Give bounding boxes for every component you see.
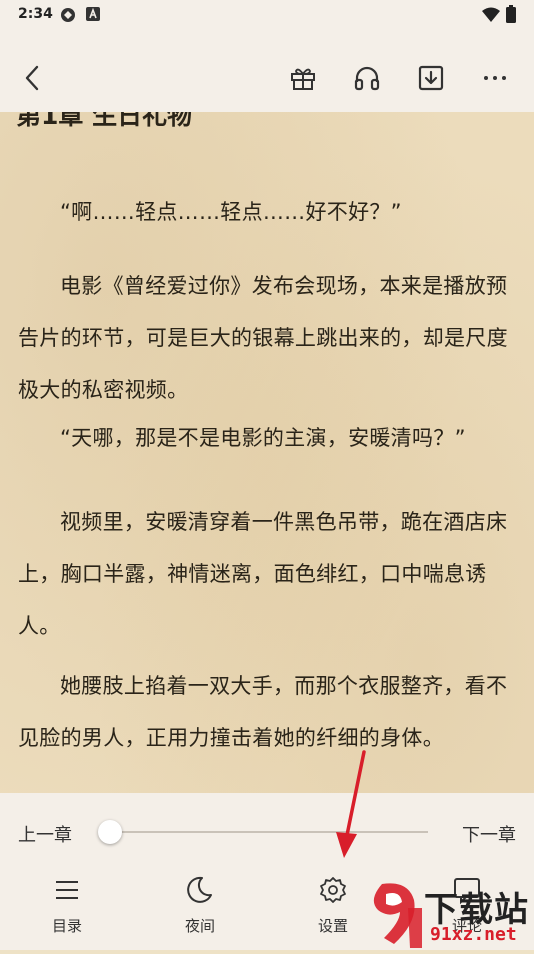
a-notification-icon — [86, 7, 100, 25]
moon-icon — [187, 876, 212, 903]
download-icon — [418, 65, 444, 91]
status-bar: 2:34 — [0, 0, 534, 30]
paragraph: “天哪，那是不是电影的主演，安暖清吗？” — [60, 426, 466, 450]
nav-night-button[interactable]: 夜间 — [150, 875, 250, 945]
paragraph: 视频里，安暖清穿着一件黑色吊带，跪在酒店床上，胸口半露，神情迷离，面色绯红，口中… — [18, 510, 508, 638]
prev-chapter-button[interactable]: 上一章 — [18, 821, 72, 847]
menu-icon — [56, 881, 78, 899]
listen-button[interactable] — [352, 63, 382, 93]
gear-icon — [320, 877, 346, 903]
nav-label: 目录 — [51, 917, 82, 935]
reading-area[interactable]: 第1章 生日礼物 “啊……轻点……轻点……好不好？” 电影《曾经爱过你》发布会现… — [0, 112, 534, 792]
watermark-logo-icon — [373, 883, 422, 948]
watermark-url: 91xz.net — [430, 924, 517, 945]
gift-icon — [291, 68, 315, 90]
paragraph: 她腰肢上掐着一双大手，而那个衣服整齐，看不见脸的男人，正用力撞击着她的纤细的身体… — [18, 674, 508, 750]
next-chapter-button[interactable]: 下一章 — [462, 821, 516, 847]
slider-thumb[interactable] — [98, 820, 122, 844]
more-button[interactable] — [480, 63, 510, 93]
reader-header — [0, 45, 534, 111]
nav-catalog-button[interactable]: 目录 — [17, 875, 117, 945]
top-panel: 2:34 — [0, 0, 534, 112]
headphones-icon — [354, 66, 380, 91]
annotation-arrow-icon — [336, 750, 366, 858]
battery-icon — [506, 5, 516, 27]
app-notification-icon — [60, 7, 76, 27]
chapter-progress-slider[interactable] — [110, 831, 428, 833]
paragraph: “啊……轻点……轻点……好不好？” — [60, 200, 402, 224]
download-button[interactable] — [416, 63, 446, 93]
wifi-icon — [482, 7, 500, 27]
back-arrow-icon — [25, 65, 39, 91]
chapter-title: 第1章 生日礼物 — [16, 112, 193, 130]
paragraph: 电影《曾经爱过你》发布会现场，本来是播放预告片的环节，可是巨大的银幕上跳出来的，… — [18, 274, 508, 402]
back-button[interactable] — [18, 63, 48, 93]
gift-button[interactable] — [288, 63, 318, 93]
more-dots-icon — [484, 76, 506, 80]
status-time: 2:34 — [18, 6, 53, 22]
nav-label: 夜间 — [184, 917, 215, 935]
watermark: 下载站 91xz.net — [364, 878, 534, 950]
